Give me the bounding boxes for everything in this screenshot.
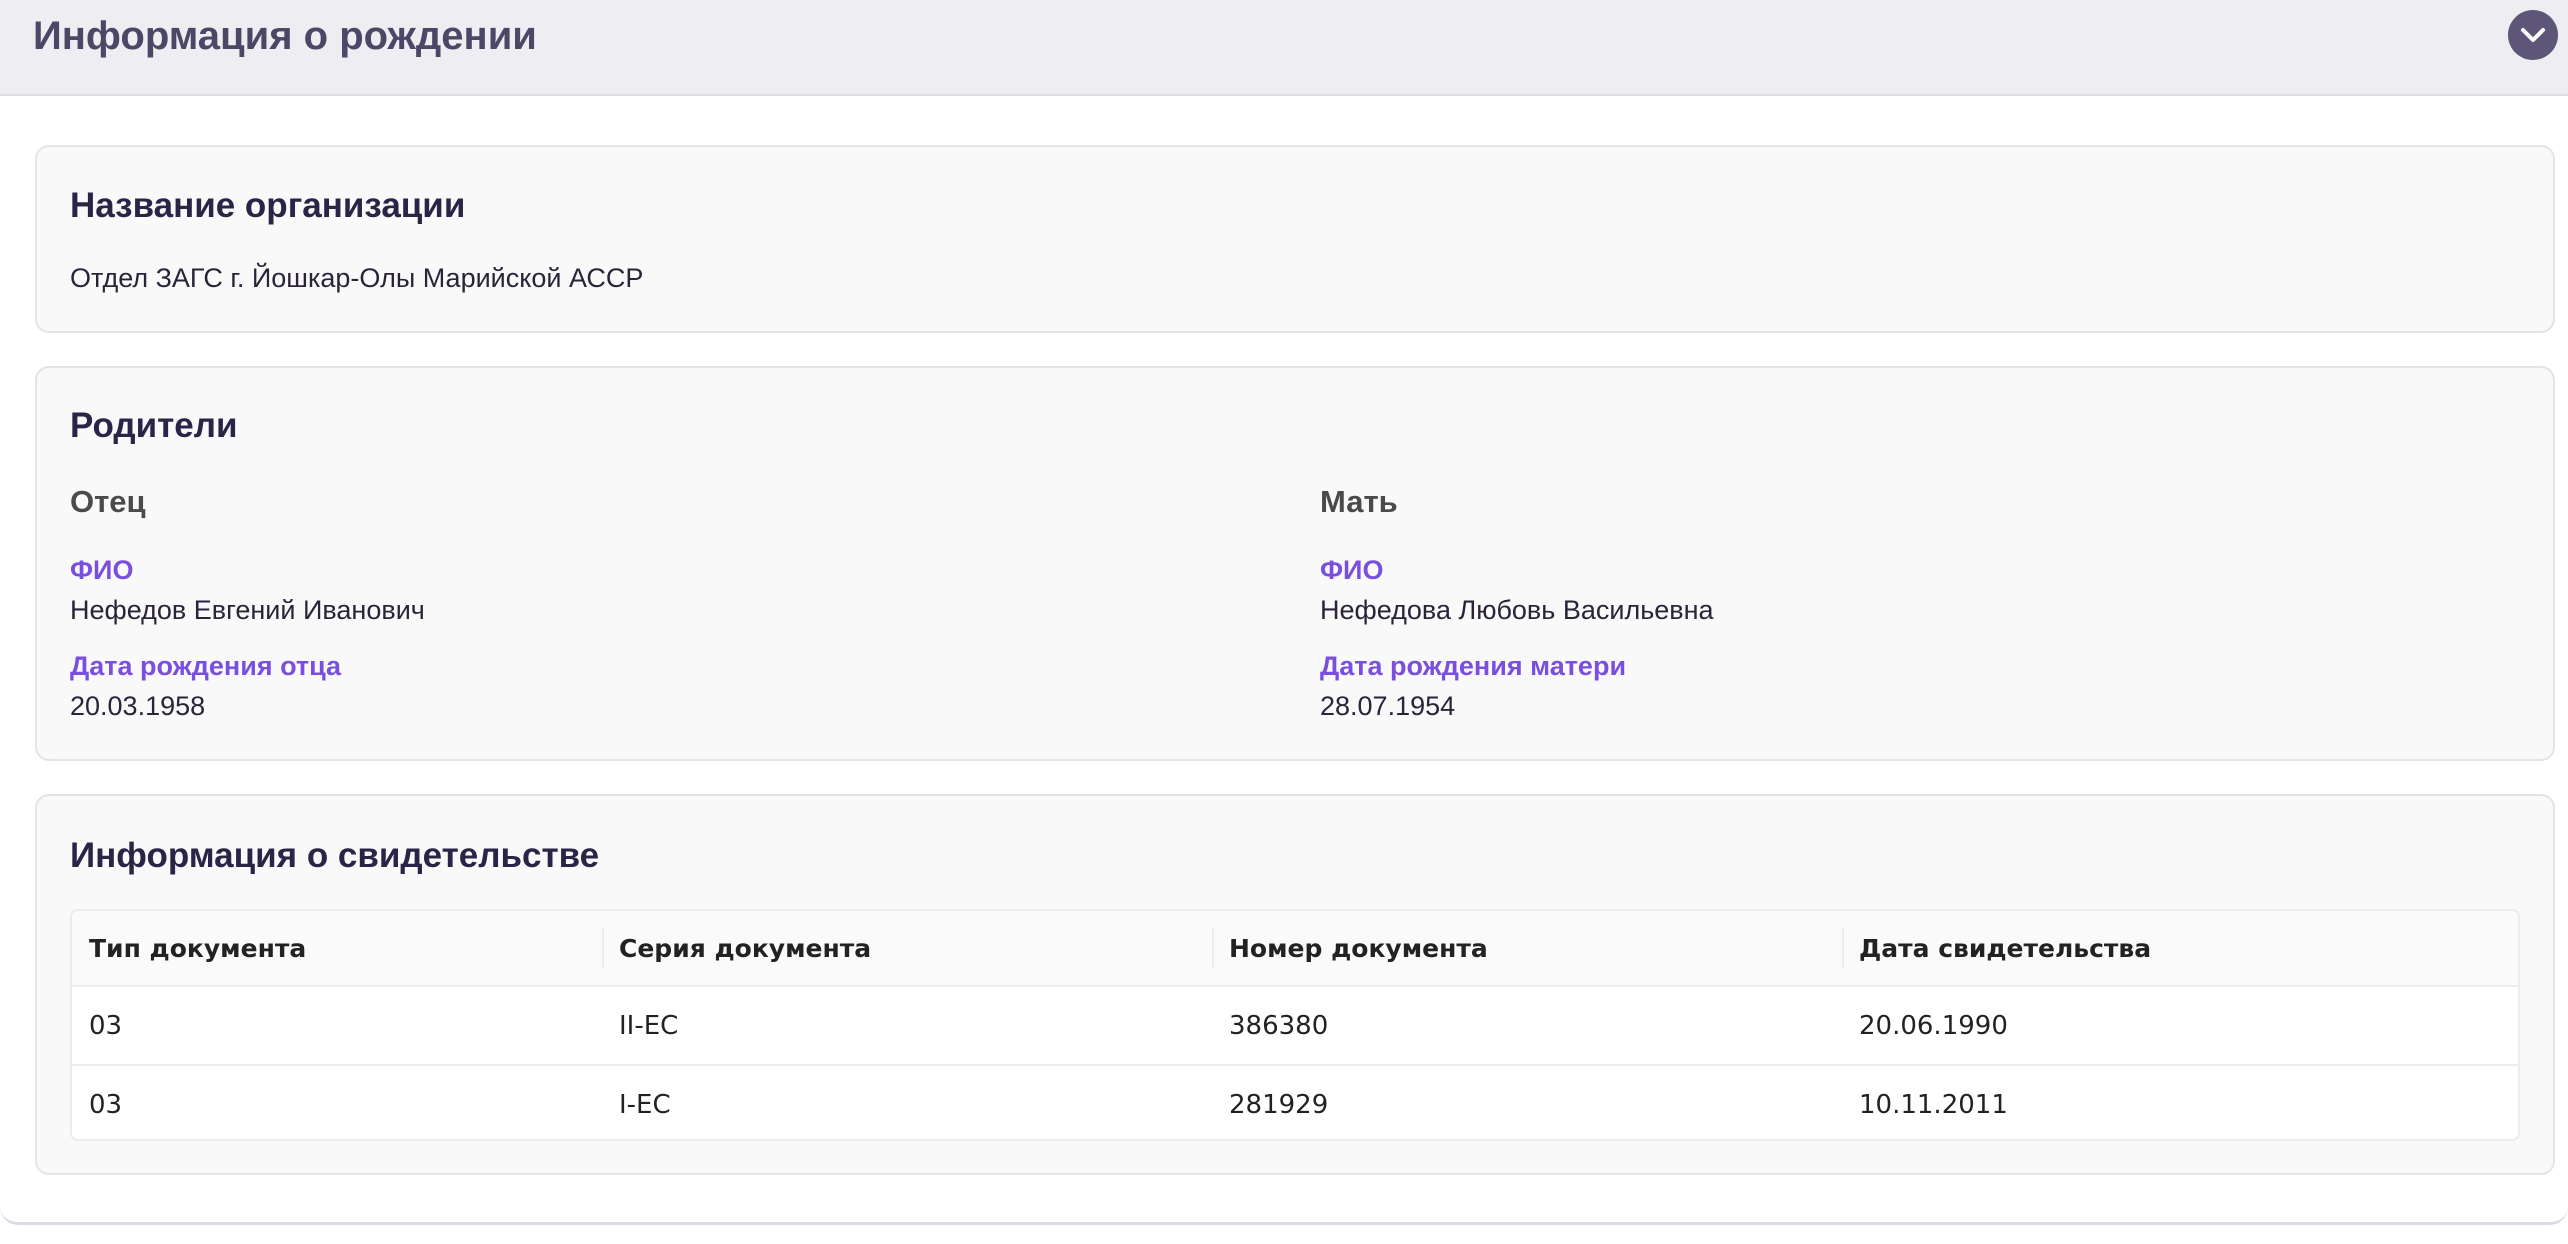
mother-birth-label: Дата рождения матери xyxy=(1320,651,1627,681)
collapse-toggle-button[interactable] xyxy=(2508,10,2558,60)
column-header-doc-series: Серия документа xyxy=(602,911,1212,987)
cell-doc-type: 03 xyxy=(72,986,602,1066)
table-row: 03 II-ЕС 386380 20.06.1990 xyxy=(72,986,2518,1066)
cell-doc-series: II-ЕС xyxy=(602,986,1212,1066)
accordion-header[interactable]: Информация о рождении xyxy=(0,0,2568,96)
cell-cert-date: 10.11.2011 xyxy=(1859,1089,2008,1120)
mother-birth-value: 28.07.1954 xyxy=(1320,691,1456,721)
father-name-label: ФИО xyxy=(70,555,134,585)
certificate-title: Информация о свидетельстве xyxy=(70,836,600,875)
column-header-doc-type: Тип документа xyxy=(72,911,602,987)
column-header-cert-date: Дата свидетельства xyxy=(1842,911,2518,987)
certificate-card: Информация о свидетельстве Тип документа… xyxy=(35,794,2555,1175)
mother-name-value: Нефедова Любовь Васильевна xyxy=(1320,595,1714,625)
table-header-row: Тип документа Серия документа Номер доку… xyxy=(72,911,2518,987)
accordion-title: Информация о рождении xyxy=(33,14,537,58)
birth-info-accordion: Информация о рождении Название организац… xyxy=(0,0,2568,1225)
mother-name-label: ФИО xyxy=(1320,555,1384,585)
organization-card: Название организации Отдел ЗАГС г. Йошка… xyxy=(35,145,2555,333)
cell-doc-number: 386380 xyxy=(1212,986,1842,1066)
column-header-doc-number: Номер документа xyxy=(1212,911,1842,987)
parents-card: Родители Отец ФИО Нефедов Евгений Иванов… xyxy=(35,366,2555,761)
certificate-table: Тип документа Серия документа Номер доку… xyxy=(70,909,2520,1141)
table-row: 03 I-ЕС 281929 10.11.2011 xyxy=(72,1065,2518,1139)
father-name-value: Нефедов Евгений Иванович xyxy=(70,595,425,625)
organization-value: Отдел ЗАГС г. Йошкар-Олы Марийской АССР xyxy=(70,263,644,293)
organization-title: Название организации xyxy=(70,186,466,225)
cell-doc-type: 03 xyxy=(89,1089,123,1120)
cell-cert-date: 20.06.1990 xyxy=(1842,986,2518,1066)
father-birth-value: 20.03.1958 xyxy=(70,691,206,721)
cell-doc-number: 281929 xyxy=(1229,1089,1329,1120)
mother-heading: Мать xyxy=(1320,484,1398,519)
parents-title: Родители xyxy=(70,406,238,445)
chevron-down-icon xyxy=(2521,28,2545,42)
father-birth-label: Дата рождения отца xyxy=(70,651,342,681)
cell-doc-series: I-ЕС xyxy=(619,1089,671,1120)
father-heading: Отец xyxy=(70,484,146,519)
